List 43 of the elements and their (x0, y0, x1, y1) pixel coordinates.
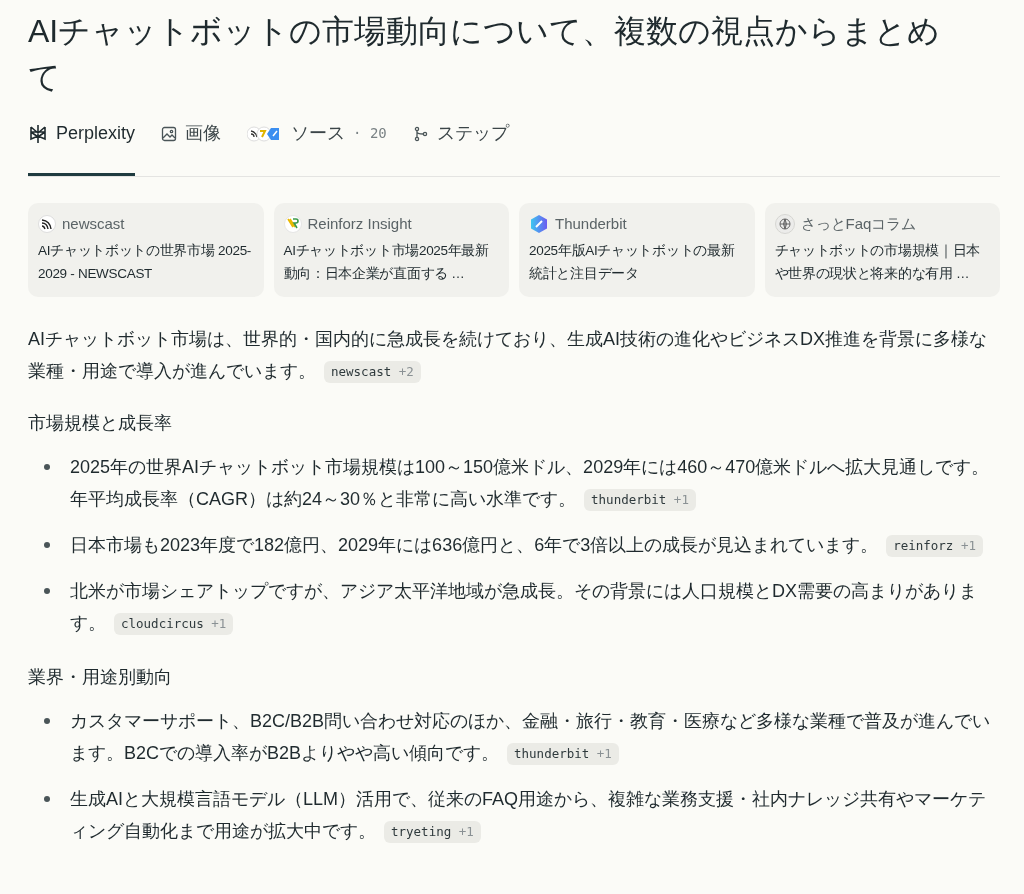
tab[interactable]: ソース · 20 (247, 120, 387, 176)
citation-chip[interactable]: thunderbit +1 (507, 743, 619, 766)
image-icon (161, 125, 178, 142)
bullet-text: カスタマーサポート、B2C/B2B問い合わせ対応のほか、金融・旅行・教育・医療など多様な業種で普及が進んでいます。B2Cでの導入率がB2Bよりやや高い傾向です。 thunderbit +1 (70, 705, 1000, 769)
tab[interactable]: ステップ (412, 120, 509, 176)
bullet-icon (44, 464, 50, 470)
section-heading: 市場規模と成長率 (28, 412, 173, 435)
bullet-icon (44, 718, 50, 724)
tab[interactable]: 画像 (161, 120, 222, 176)
citation-chip[interactable]: newscast +2 (324, 361, 421, 384)
source-site-name: Reinforz Insight (307, 213, 412, 234)
tab[interactable]: Perplexity (28, 120, 136, 176)
globe-icon (774, 214, 795, 234)
bullet-text: 日本市場も2023年度で182億円、2029年には636億円と、6年で3倍以上の成長が見込まれています。 reinforz +1 (70, 529, 983, 561)
source-headline: 2025年版AIチャットボットの最新統計と注目データ (529, 242, 736, 283)
perplexity-logo-icon (28, 123, 48, 144)
signal-arcs-icon (38, 215, 56, 233)
bullet-icon (44, 588, 50, 594)
citation-chip[interactable]: reinforz +1 (886, 535, 983, 558)
citation-chip[interactable]: thunderbit +1 (584, 489, 696, 512)
page-title: AIチャットボットの市場動向について、複数の視点からまとめて (28, 12, 942, 97)
bullet-text: 生成AIと大規模言語モデル（LLM）活用で、従来のFAQ用途から、複雑な業務支援・社内ナレッジ共有やマーケティング自動化まで用途が拡大中です。 tryeting +1 (70, 783, 1000, 847)
section-heading: 業界・用途別動向 (28, 666, 173, 689)
source-card[interactable]: さっとFaqコラム チャットボットの市場規模｜日本や世界の現状と将来的な有用 … (764, 203, 1000, 297)
source-card[interactable]: newscast AIチャットボットの世界市場 2025-2029 - NEWSCAST (28, 203, 264, 297)
r-logo-icon (283, 215, 302, 233)
bullet-icon (44, 542, 50, 548)
source-headline: チャットボットの市場規模｜日本や世界の現状と将来的な有用 … (774, 242, 981, 283)
bullet-text: 北米が市場シェアトップですが、アジア太平洋地域が急成長。その背景には人口規模とDX需要の高まりがあります。 cloudcircus +1 (70, 575, 1000, 639)
answer-paragraph: AIチャットボット市場は、世界的・国内的に急成長を続けており、生成AI技術の進化やビジネスDX推進を背景に多様な業種・用途で導入が進んでいます。 newscast +2 (28, 323, 1000, 387)
citation-chip[interactable]: cloudcircus +1 (114, 613, 234, 636)
hexagon-logo-icon (529, 214, 549, 234)
source-headline: AIチャットボット市場2025年最新動向：日本企業が直面する … (283, 242, 490, 283)
source-site-name: newscast (62, 213, 125, 234)
branch-icon (412, 125, 429, 142)
source-site-name: Thunderbit (555, 213, 627, 234)
source-headline: AIチャットボットの世界市場 2025-2029 - NEWSCAST (38, 242, 253, 283)
source-site-name: さっとFaqコラム (800, 213, 917, 234)
source-card[interactable]: Reinforz Insight AIチャットボット市場2025年最新動向：日本企業が直面する … (273, 203, 509, 297)
source-card[interactable]: Thunderbit 2025年版AIチャットボットの最新統計と注目データ (519, 203, 755, 297)
citation-chip[interactable]: tryeting +1 (384, 821, 481, 844)
bullet-text: 2025年の世界AIチャットボット市場規模は100～150億米ドル、2029年には460～470億米ドルへ拡大見通しです。年平均成長率（CAGR）は約24～30％と非常に高い水準です。 thunderbit +1 (70, 451, 1000, 515)
bullet-icon (44, 796, 50, 802)
